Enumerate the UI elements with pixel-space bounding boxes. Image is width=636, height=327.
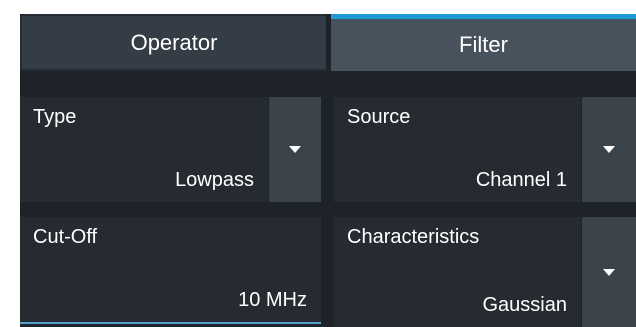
tab-operator-label: Operator <box>130 29 218 55</box>
source-label: Source <box>347 106 411 128</box>
characteristics-value: Gaussian <box>482 294 568 316</box>
cutoff-value: 10 MHz <box>238 289 307 311</box>
filter-settings-panel: Operator Filter Type Lowpass Source Chan… <box>0 0 636 327</box>
source-select[interactable]: Source Channel 1 <box>334 97 581 202</box>
tab-filter-label: Filter <box>459 32 508 57</box>
type-label: Type <box>33 106 77 128</box>
tab-filter[interactable]: Filter <box>331 14 636 71</box>
characteristics-label: Characteristics <box>347 226 480 248</box>
type-value: Lowpass <box>175 169 254 191</box>
tab-operator[interactable]: Operator <box>20 14 326 71</box>
caret-down-icon <box>603 268 615 276</box>
type-select[interactable]: Type Lowpass <box>20 97 268 202</box>
caret-down-icon <box>289 146 301 153</box>
cutoff-field[interactable]: Cut-Off 10 MHz <box>20 217 321 324</box>
source-value: Channel 1 <box>475 169 567 191</box>
cutoff-label: Cut-Off <box>33 226 98 248</box>
source-dropdown-button[interactable] <box>582 97 636 202</box>
caret-down-icon <box>603 146 615 153</box>
characteristics-dropdown-button[interactable] <box>582 217 636 327</box>
characteristics-select[interactable]: Characteristics Gaussian <box>334 217 581 327</box>
type-dropdown-button[interactable] <box>269 97 321 202</box>
